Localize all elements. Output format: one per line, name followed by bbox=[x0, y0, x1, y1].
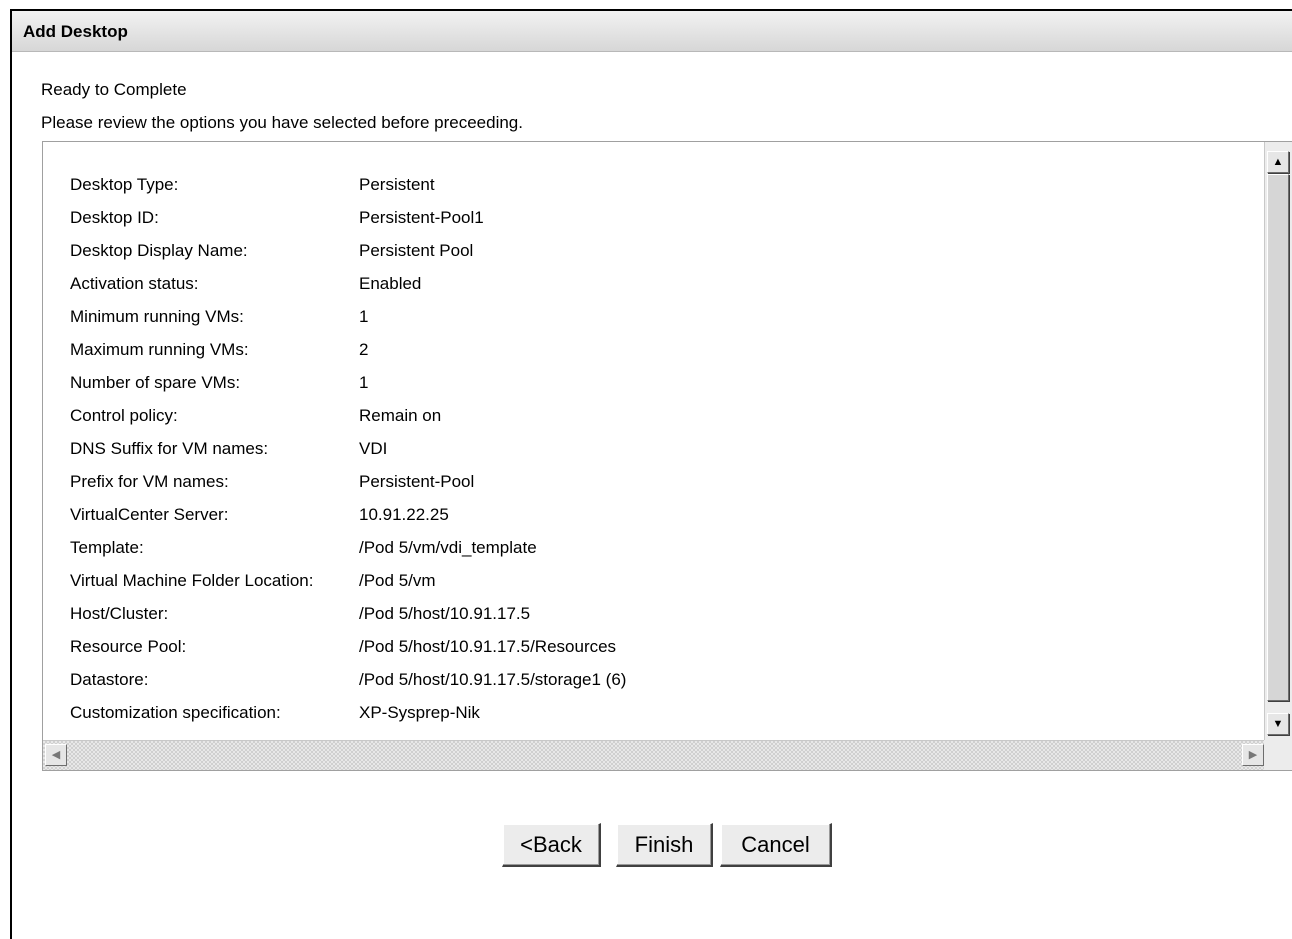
summary-label: Control policy: bbox=[70, 406, 178, 425]
summary-label: Customization specification: bbox=[70, 703, 281, 722]
vertical-scrollbar[interactable]: ▲ ▼ bbox=[1264, 142, 1292, 740]
summary-panel: Desktop Type: Persistent Desktop ID: Persis… bbox=[42, 141, 1292, 771]
summary-label: Desktop Display Name: bbox=[70, 241, 248, 260]
horizontal-scrollbar[interactable]: ◀ ▶ bbox=[43, 740, 1266, 770]
summary-value: 1 bbox=[359, 373, 369, 392]
step-instructions: Please review the options you have selec… bbox=[41, 113, 523, 132]
scrollbar-corner bbox=[1264, 740, 1292, 770]
summary-value: /Pod 5/host/10.91.17.5 bbox=[359, 604, 531, 623]
summary-label: Resource Pool: bbox=[70, 637, 187, 656]
summary-value: VDI bbox=[359, 439, 388, 458]
summary-value: /Pod 5/host/10.91.17.5/Resources bbox=[359, 637, 617, 656]
dialog-title: Add Desktop bbox=[23, 22, 128, 41]
summary-value: XP-Sysprep-Nik bbox=[359, 703, 480, 722]
down-arrow-icon[interactable]: ▼ bbox=[1267, 713, 1289, 735]
summary-value: Persistent bbox=[359, 175, 435, 194]
up-arrow-icon[interactable]: ▲ bbox=[1267, 151, 1289, 173]
summary-value: 2 bbox=[359, 340, 369, 359]
summary-label: Datastore: bbox=[70, 670, 149, 689]
cancel-button[interactable]: Cancel bbox=[720, 823, 832, 867]
summary-value: 1 bbox=[359, 307, 369, 326]
summary-value: Persistent-Pool bbox=[359, 472, 475, 491]
summary-label: VirtualCenter Server: bbox=[70, 505, 229, 524]
summary-value: Remain on bbox=[359, 406, 442, 425]
summary-label: DNS Suffix for VM names: bbox=[70, 439, 269, 458]
summary-label: Desktop ID: bbox=[70, 208, 159, 227]
summary-label: Virtual Machine Folder Location: bbox=[70, 571, 314, 590]
summary-label: Minimum running VMs: bbox=[70, 307, 244, 326]
summary-label: Maximum running VMs: bbox=[70, 340, 249, 359]
summary-value: /Pod 5/host/10.91.17.5/storage1 (6) bbox=[359, 670, 627, 689]
summary-value: Persistent Pool bbox=[359, 241, 474, 260]
dialog-titlebar: Add Desktop bbox=[12, 11, 1292, 52]
step-heading: Ready to Complete bbox=[41, 80, 187, 99]
back-button[interactable]: <Back bbox=[502, 823, 601, 867]
add-desktop-dialog: Add Desktop Ready to Complete Please rev… bbox=[10, 9, 1292, 939]
summary-label: Host/Cluster: bbox=[70, 604, 169, 623]
right-arrow-icon[interactable]: ▶ bbox=[1242, 744, 1264, 766]
summary-label: Activation status: bbox=[70, 274, 199, 293]
summary-value: 10.91.22.25 bbox=[359, 505, 449, 524]
summary-value: Enabled bbox=[359, 274, 422, 293]
summary-label: Desktop Type: bbox=[70, 175, 179, 194]
summary-label: Prefix for VM names: bbox=[70, 472, 229, 491]
summary-value: /Pod 5/vm bbox=[359, 571, 436, 590]
left-arrow-icon[interactable]: ◀ bbox=[45, 744, 67, 766]
summary-value: Persistent-Pool1 bbox=[359, 208, 484, 227]
summary-label: Template: bbox=[70, 538, 144, 557]
vertical-scroll-thumb[interactable] bbox=[1267, 174, 1289, 701]
summary-label: Number of spare VMs: bbox=[70, 373, 241, 392]
finish-button[interactable]: Finish bbox=[616, 823, 713, 867]
summary-value: /Pod 5/vm/vdi_template bbox=[359, 538, 537, 557]
